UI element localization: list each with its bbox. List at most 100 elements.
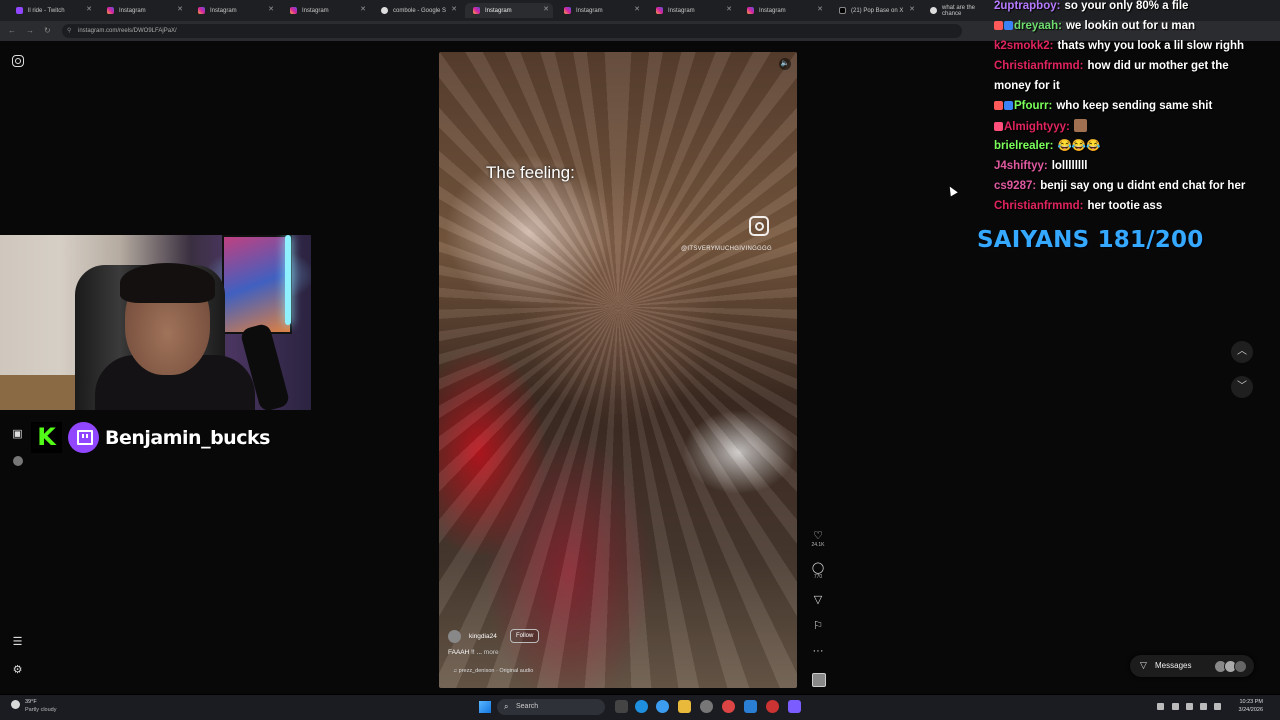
close-tab-icon[interactable]: ✕ [360,5,366,13]
close-tab-icon[interactable]: ✕ [726,5,732,13]
next-reel-button[interactable]: ﹀ [1231,376,1253,398]
browser-tab[interactable]: Instagram ✕ [465,3,553,18]
previous-reel-button[interactable]: ︿ [1231,341,1253,363]
threads-icon[interactable]: ⚙ [11,664,24,677]
app-icon[interactable] [766,700,779,713]
streamer-branding: K Benjamin_bucks [31,422,270,453]
stream-chat: 2uptrapboy: so your only 80% a file dreyaa… [994,0,1280,215]
discord-icon[interactable] [788,700,801,713]
reels-icon[interactable]: ▣ [11,428,24,441]
back-arrow-icon[interactable]: ← [8,26,16,35]
google-icon [381,7,388,14]
browser-tab[interactable]: Instagram ✕ [739,3,827,18]
tray-app-icon[interactable] [1172,703,1179,710]
instagram-logo-icon[interactable] [12,55,24,67]
more-options-button[interactable]: ··· [810,645,826,657]
audio-thumbnail[interactable] [812,673,826,687]
chat-message: k2smokk2: thats why you look a lil slow r… [994,39,1244,53]
comment-count: 770 [813,574,823,580]
steam-icon[interactable] [744,700,757,713]
comment-icon: ◯ [811,562,825,574]
close-tab-icon[interactable]: ✕ [634,5,640,13]
tray-chevron-icon[interactable] [1157,703,1164,710]
browser-tab[interactable]: Instagram ✕ [99,3,187,18]
messages-label: Messages [1155,661,1192,670]
forward-arrow-icon[interactable]: → [26,26,34,35]
network-icon[interactable] [1186,703,1193,710]
chat-username: cs9287: [994,180,1037,192]
url-input[interactable]: ⚲ instagram.com/reels/DWO9LFAjPaX/ [62,24,962,38]
browser-tab[interactable]: Instagram ✕ [648,3,736,18]
windows-taskbar: 39°F Partly cloudy ⌕ Search 10:23 PM 3/2… [0,695,1280,720]
reel-author[interactable]: kingdia24 [469,633,497,640]
browser-tab[interactable]: Instagram ✕ [190,3,278,18]
messages-button[interactable]: ▽ Messages [1130,655,1254,677]
instagram-icon [290,7,297,14]
instagram-icon [656,7,663,14]
like-button[interactable]: ♡ 24.1K [810,530,826,548]
close-tab-icon[interactable]: ✕ [86,5,92,13]
settings-icon[interactable] [700,700,713,713]
close-tab-icon[interactable]: ✕ [451,5,457,13]
browser-tab-label: Instagram [302,7,329,14]
reload-icon[interactable]: ↻ [44,26,51,35]
copilot-icon[interactable] [656,700,669,713]
edge-icon[interactable] [635,700,648,713]
browser-tab[interactable]: Instagram ✕ [282,3,370,18]
weather-icon[interactable] [11,700,20,709]
browser-tab[interactable]: combole - Google S ✕ [373,3,461,18]
sub-goal: SAIYANS 181/200 [977,227,1204,253]
author-avatar[interactable] [448,630,461,643]
taskbar-search[interactable]: ⌕ Search [497,699,605,715]
task-view-icon[interactable] [615,700,628,713]
chat-message: cs9287: benji say ong u didnt end chat fo… [994,179,1245,193]
chat-username: Pfourr: [1014,100,1053,112]
file-explorer-icon[interactable] [678,700,691,713]
reel-description: FAAAH !! ... more [448,649,499,656]
send-icon: ▽ [813,594,823,606]
battery-icon[interactable] [1214,703,1221,710]
menu-icon[interactable]: ☰ [11,636,24,649]
clock-time[interactable]: 10:23 PM [1233,699,1263,705]
chat-username: brielrealer: [994,140,1054,152]
webcam-poster [222,235,292,334]
windows-start-icon[interactable] [479,701,491,713]
share-button[interactable]: ▽ [810,594,826,606]
comment-button[interactable]: ◯ 770 [810,562,826,580]
browser-tab[interactable]: what are the chance [922,3,992,18]
chat-username: Almightyyy: [1004,121,1070,133]
chat-message: Christianfrmmd: how did ur mother get the [994,59,1229,73]
close-tab-icon[interactable]: ✕ [268,5,274,13]
chat-message: 2uptrapboy: so your only 80% a file [994,0,1188,13]
chrome-icon[interactable] [722,700,735,713]
more-link[interactable]: more [484,649,499,656]
profile-avatar-icon[interactable] [11,456,24,469]
reel-watermark: @ITSVERYMUCHGIVINGGGG [681,246,772,252]
browser-tab-label: Instagram [119,7,146,14]
follow-button[interactable]: Follow [510,629,540,643]
close-tab-icon[interactable]: ✕ [817,5,823,13]
close-tab-icon[interactable]: ✕ [909,5,915,13]
clock-date[interactable]: 3/24/2026 [1233,707,1263,713]
browser-tab[interactable]: ll ride - Twitch ✕ [8,3,96,18]
url-text: instagram.com/reels/DWO9LFAjPaX/ [78,28,177,34]
instagram-icon [107,7,114,14]
volume-icon[interactable] [1200,703,1207,710]
reel-audio[interactable]: ♫ prezz_denison · Original audio [453,668,533,674]
reel-video[interactable]: The feeling: 🔈 @ITSVERYMUCHGIVINGGGG kin… [439,52,797,688]
save-button[interactable]: ⚐ [810,620,826,632]
chat-text: benji say ong u didnt end chat for her [1040,180,1246,192]
browser-tab[interactable]: Instagram ✕ [556,3,644,18]
speaker-icon[interactable]: 🔈 [779,58,791,70]
chat-badge-icon [994,101,1003,110]
reel-description-text: FAAAH !! ... [448,649,482,656]
instagram-icon [747,7,754,14]
close-tab-icon[interactable]: ✕ [543,5,549,13]
browser-tab-label: Instagram [485,7,512,14]
chat-message: brielrealer: 😂😂😂 [994,139,1100,153]
chat-message: Christianfrmmd: her tootie ass [994,199,1162,213]
search-label: Search [516,703,539,710]
browser-tab[interactable]: (21) Pop Base on X ✕ [831,3,919,18]
chat-text: lollllllll [1051,160,1088,172]
close-tab-icon[interactable]: ✕ [177,5,183,13]
